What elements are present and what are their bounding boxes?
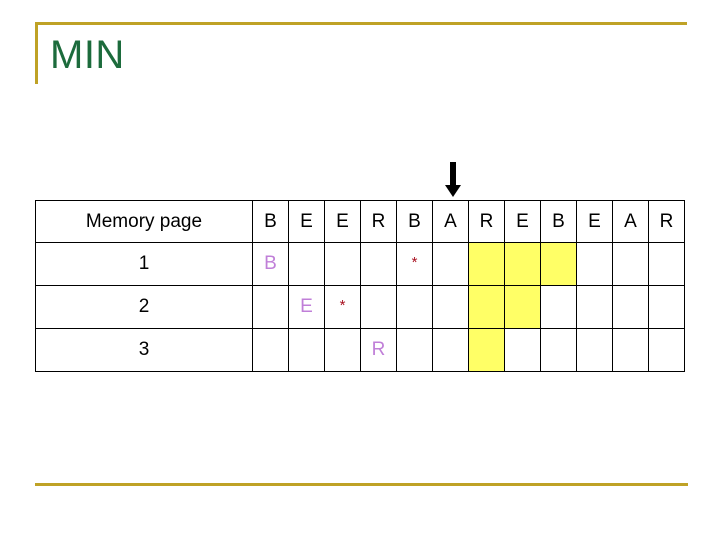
frame-3-slot-2 [288,328,325,372]
frame-3-slot-7 [468,328,505,372]
frame-2-slot-10 [576,285,613,329]
page-title: MIN [50,33,125,77]
frame-3-slot-5 [396,328,433,372]
memory-page-table: Memory page B E E R B A R E B E A R 1 B … [35,200,685,372]
frame-3-slot-10 [576,328,613,372]
frame-2-slot-4 [360,285,397,329]
reference-cell-1: B [252,200,289,243]
reference-cell-7: R [468,200,505,243]
frame-2-slot-3: * [324,285,361,329]
page-hit-marker: * [411,254,418,271]
reference-cell-11: A [612,200,649,243]
frame-1-slot-2 [288,242,325,286]
memory-page-header: Memory page [35,200,253,243]
frame-1-slot-7 [468,242,505,286]
frame-1-slot-8 [504,242,541,286]
frame-2-slot-5 [396,285,433,329]
frame-3-slot-6 [432,328,469,372]
reference-cell-2: E [288,200,325,243]
frame-3-slot-12 [648,328,685,372]
reference-cell-5: B [396,200,433,243]
reference-cell-12: R [648,200,685,243]
frame-1-slot-6 [432,242,469,286]
frame-1-slot-11 [612,242,649,286]
frame-2-slot-8 [504,285,541,329]
frame-2-slot-11 [612,285,649,329]
table-header-row: Memory page B E E R B A R E B E A R [35,200,685,243]
reference-cell-10: E [576,200,613,243]
resident-page-letter: E [300,296,313,317]
frame-1-slot-1: B [252,242,289,286]
frame-3-slot-4: R [360,328,397,372]
resident-page-letter: R [371,339,386,360]
frame-label-2: 2 [35,285,253,329]
title-rule: MIN [35,22,687,84]
table-row: 3 R [35,328,685,372]
down-arrow-icon [444,162,462,198]
reference-cell-8: E [504,200,541,243]
frame-2-slot-9 [540,285,577,329]
frame-3-slot-11 [612,328,649,372]
frame-1-slot-9 [540,242,577,286]
frame-2-slot-12 [648,285,685,329]
frame-2-slot-2: E [288,285,325,329]
table-row: 1 B * [35,242,685,286]
frame-2-slot-1 [252,285,289,329]
frame-3-slot-3 [324,328,361,372]
resident-page-letter: B [264,253,277,274]
frame-1-slot-12 [648,242,685,286]
frame-3-slot-9 [540,328,577,372]
frame-label-1: 1 [35,242,253,286]
footer-rule [35,483,688,486]
frame-label-3: 3 [35,328,253,372]
frame-1-slot-5: * [396,242,433,286]
reference-cell-3: E [324,200,361,243]
frame-3-slot-1 [252,328,289,372]
reference-cell-9: B [540,200,577,243]
reference-cell-6: A [432,200,469,243]
frame-1-slot-3 [324,242,361,286]
memory-table-body: Memory page B E E R B A R E B E A R 1 B … [35,200,685,372]
table-row: 2 E * [35,285,685,329]
frame-1-slot-10 [576,242,613,286]
page-hit-marker: * [339,297,346,314]
frame-3-slot-8 [504,328,541,372]
frame-2-slot-7 [468,285,505,329]
frame-2-slot-6 [432,285,469,329]
frame-1-slot-4 [360,242,397,286]
reference-cell-4: R [360,200,397,243]
